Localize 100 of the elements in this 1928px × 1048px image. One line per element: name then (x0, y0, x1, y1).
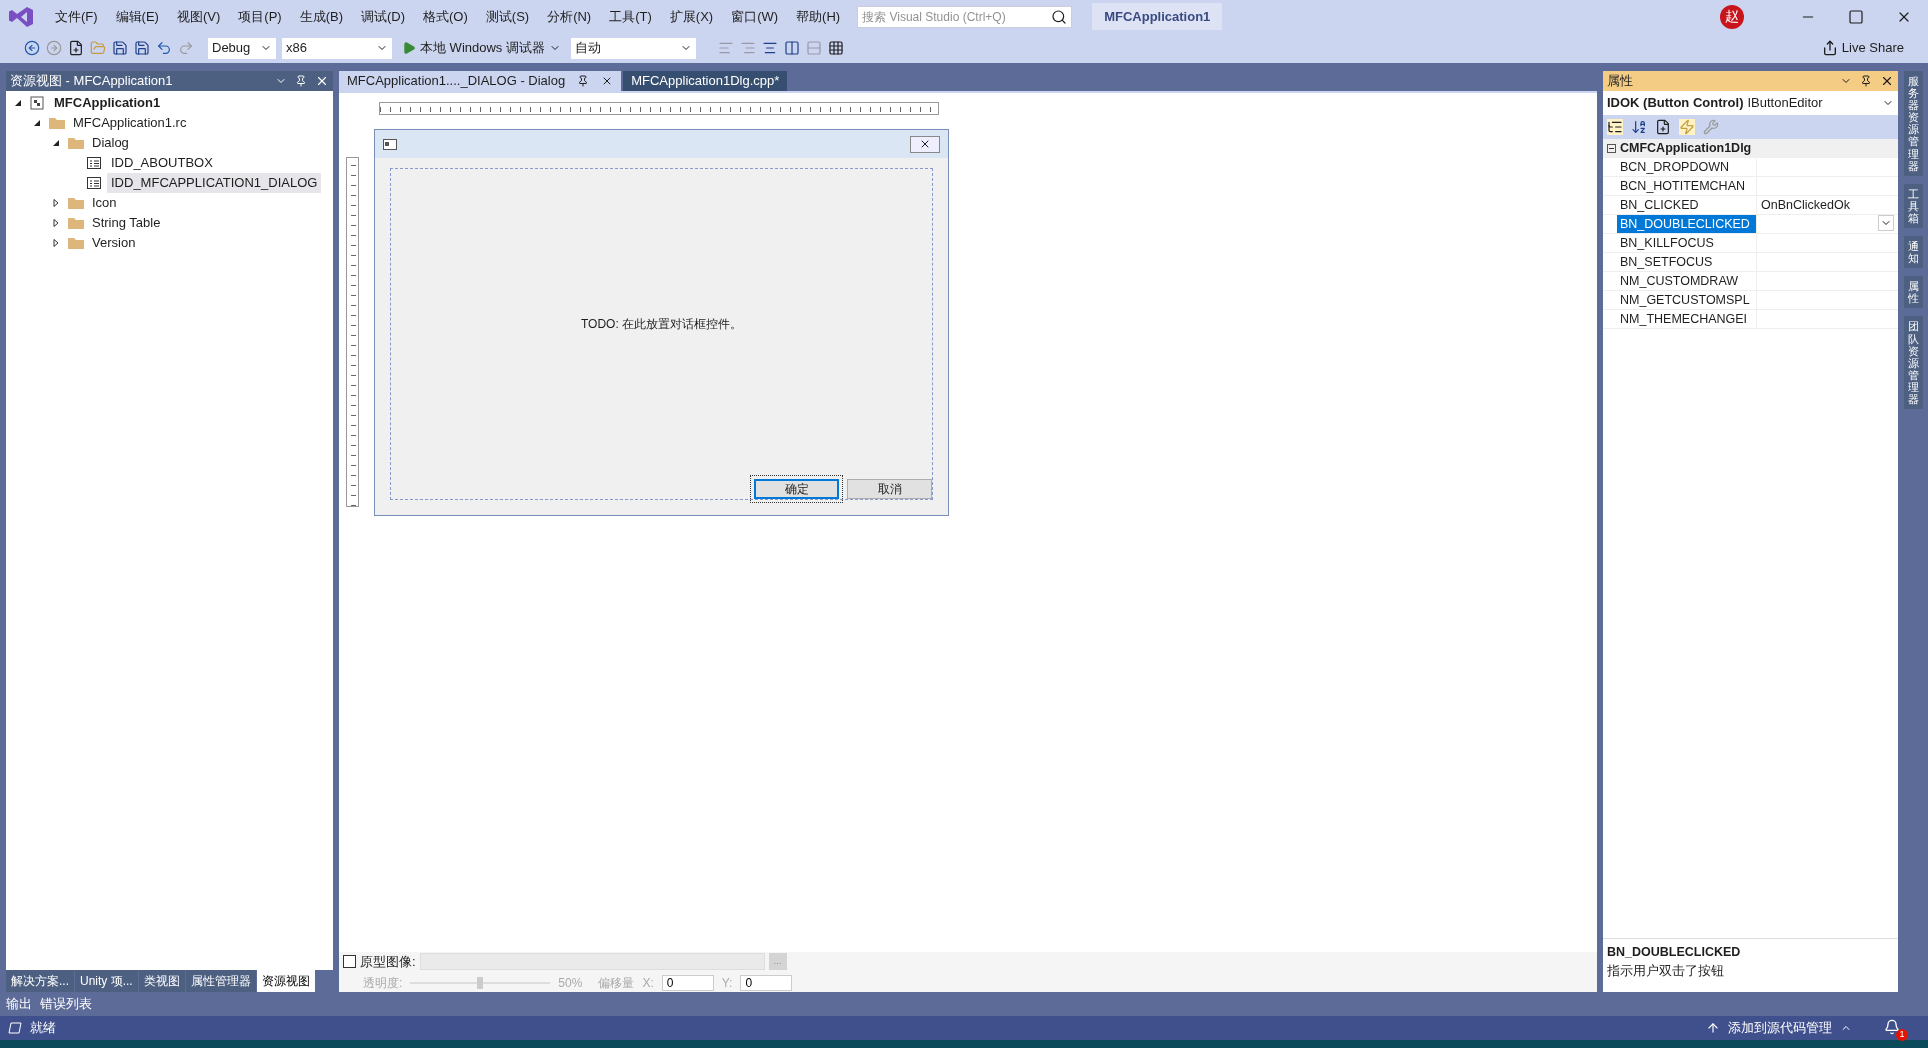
menu-item[interactable]: 扩展(X) (660, 6, 723, 27)
alphabetical-icon[interactable] (1631, 119, 1647, 135)
menu-item[interactable]: 生成(B) (290, 6, 352, 27)
save-icon[interactable] (112, 40, 128, 56)
pin-icon[interactable] (295, 75, 307, 87)
close-icon[interactable] (1880, 74, 1894, 88)
document-tab[interactable]: MFCApplication1...._DIALOG - Dialog (339, 71, 622, 91)
property-name[interactable]: BN_SETFOCUS (1617, 253, 1757, 271)
property-name[interactable]: NM_THEMECHANGEI (1617, 310, 1757, 328)
panel-tab[interactable]: Unity 项... (75, 970, 138, 992)
menu-item[interactable]: 窗口(W) (722, 6, 788, 27)
start-debugger-button[interactable]: 本地 Windows 调试器 (398, 38, 565, 58)
source-control-button[interactable]: 添加到源代码管理 (1706, 1018, 1852, 1038)
play-icon (402, 41, 416, 55)
tree-item[interactable]: MFCApplication1 (50, 93, 165, 113)
slider-thumb[interactable] (477, 977, 484, 990)
y-offset-spinner[interactable]: 0 (740, 975, 793, 992)
live-share-button[interactable]: Live Share (1821, 38, 1904, 58)
tree-item[interactable]: IDD_MFCAPPLICATION1_DIALOG (107, 173, 322, 193)
x-label: X: (642, 975, 654, 993)
columns-icon[interactable] (783, 40, 800, 56)
property-value[interactable]: OnBnClickedOk (1757, 196, 1854, 214)
property-name[interactable]: BCN_DROPDOWN (1617, 158, 1757, 176)
tree-item[interactable]: Version (88, 233, 140, 253)
document-tab[interactable]: MFCApplication1Dlg.cpp* (623, 71, 788, 91)
side-tab[interactable]: 工具箱 (1904, 183, 1923, 229)
pin-icon[interactable] (1860, 75, 1872, 87)
pin-icon[interactable] (577, 75, 590, 87)
collapse-icon[interactable] (1607, 144, 1616, 153)
property-name[interactable]: BN_CLICKED (1617, 196, 1757, 214)
categorized-icon[interactable] (1607, 119, 1623, 135)
side-tab[interactable]: 通知 (1904, 236, 1923, 269)
side-tab[interactable]: 团队资源管理器 (1904, 316, 1923, 410)
output-tab[interactable]: 输出 (6, 994, 32, 1014)
bell-icon (1884, 1019, 1900, 1035)
property-name[interactable]: BN_KILLFOCUS (1617, 234, 1757, 252)
search-field[interactable]: 搜索 Visual Studio (Ctrl+Q) (857, 5, 1073, 28)
folder-icon (68, 137, 84, 149)
close-icon (919, 138, 931, 150)
side-tab[interactable]: 属性 (1904, 276, 1923, 309)
object-type: IButtonEditor (1747, 94, 1823, 113)
panel-title: 资源视图 - MFCApplication1 (10, 72, 173, 91)
panel-tab[interactable]: 资源视图 (256, 970, 315, 992)
expanded-arrow-icon[interactable] (33, 119, 41, 127)
panel-tab[interactable]: 类视图 (138, 970, 185, 992)
menu-item[interactable]: 格式(O) (414, 6, 477, 27)
save-all-icon[interactable] (134, 40, 150, 56)
platform-dropdown[interactable]: x86 (282, 37, 392, 59)
expanded-arrow-icon[interactable] (52, 139, 60, 147)
menu-item[interactable]: 工具(T) (600, 6, 661, 27)
back-icon[interactable] (24, 40, 40, 56)
new-file-icon[interactable] (68, 40, 84, 56)
folder-icon (68, 217, 84, 229)
window-title: MFCApplication1 (1092, 2, 1223, 31)
user-avatar[interactable]: 赵 (1720, 4, 1744, 29)
dialog-button[interactable]: 取消 (847, 479, 932, 499)
properties-page-icon[interactable] (1655, 119, 1671, 135)
tree-item[interactable]: String Table (88, 213, 165, 233)
configuration-dropdown[interactable]: Debug (208, 37, 276, 59)
panel-tab[interactable]: 解决方案... (6, 970, 74, 992)
tree-item[interactable]: Icon (88, 193, 121, 213)
dropdown-button[interactable] (1878, 215, 1894, 231)
x-offset-spinner[interactable]: 0 (661, 975, 714, 992)
expanded-arrow-icon[interactable] (14, 99, 22, 107)
menu-item[interactable]: 视图(V) (167, 6, 230, 27)
tree-item[interactable]: Dialog (88, 133, 133, 153)
property-name[interactable]: BN_DOUBLECLICKED (1617, 215, 1757, 233)
undo-icon[interactable] (156, 40, 172, 56)
side-tab[interactable]: 服务器资源管理器 (1904, 71, 1923, 176)
opacity-slider[interactable] (410, 977, 551, 990)
menu-item[interactable]: 测试(S) (476, 6, 539, 27)
opacity-label: 透明度: (363, 975, 403, 993)
object-selector[interactable]: IDOK (Button Control) IButtonEditor (1603, 91, 1898, 115)
checkbox[interactable] (343, 955, 356, 968)
tree-item[interactable]: MFCApplication1.rc (69, 113, 191, 133)
search-icon[interactable] (1051, 8, 1068, 25)
dialog-close-button[interactable] (910, 135, 940, 153)
center-icon[interactable] (761, 40, 778, 56)
restore-icon[interactable] (1848, 8, 1864, 25)
collapsed-arrow-icon[interactable] (52, 199, 60, 207)
menu-item[interactable]: 调试(D) (352, 6, 415, 27)
property-name[interactable]: BCN_HOTITEMCHAN (1617, 177, 1757, 195)
menu-item[interactable]: 帮助(H) (787, 6, 850, 27)
menu-item[interactable]: 项目(P) (229, 6, 291, 27)
output-tab[interactable]: 错误列表 (40, 994, 92, 1014)
menu-item[interactable]: 编辑(E) (106, 6, 168, 27)
property-name[interactable]: NM_GETCUSTOMSPL (1617, 291, 1757, 309)
share-icon (1821, 40, 1838, 56)
property-name[interactable]: NM_CUSTOMDRAW (1617, 272, 1757, 290)
tree-item[interactable]: IDD_ABOUTBOX (107, 153, 217, 173)
collapsed-arrow-icon[interactable] (52, 219, 60, 227)
grid-icon[interactable] (827, 40, 844, 56)
menu-item[interactable]: 文件(F) (46, 6, 107, 27)
collapsed-arrow-icon[interactable] (52, 239, 60, 247)
panel-tab[interactable]: 属性管理器 (185, 970, 256, 992)
notification-badge: 1 (1896, 1029, 1908, 1041)
image-path-field[interactable] (419, 953, 765, 970)
mode-dropdown[interactable]: 自动 (570, 37, 696, 59)
menu-item[interactable]: 分析(N) (538, 6, 601, 27)
close-icon[interactable] (315, 74, 329, 88)
